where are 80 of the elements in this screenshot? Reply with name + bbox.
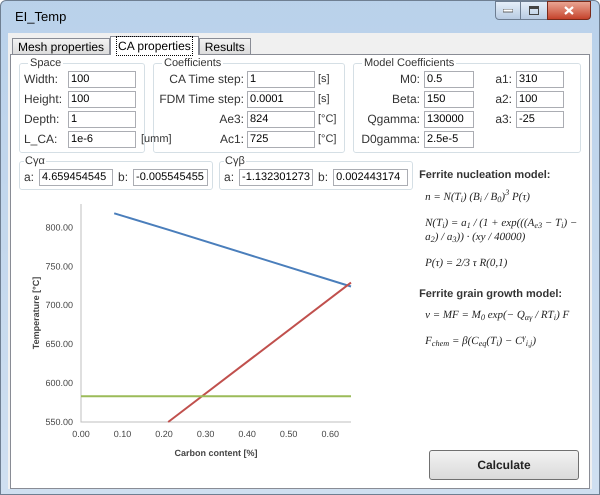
- y-tick-label: 650.00: [45, 339, 73, 350]
- input-field[interactable]: 100: [516, 90, 564, 108]
- formula: n = N(T$_{i}$) (B$_{i}$ / B$_{0}$)$^{3}$ P(τ): [424, 190, 531, 204]
- input-field[interactable]: -25: [516, 110, 564, 128]
- field-label: Qgamma:: [366, 111, 420, 128]
- input-field[interactable]: 150: [424, 90, 474, 108]
- input-field[interactable]: 0.002443174: [333, 168, 408, 186]
- x-tick-label: 0.40: [238, 429, 256, 439]
- group-title: Cγα: [24, 155, 46, 168]
- y-axis-title: Temperature [°C]: [31, 276, 41, 350]
- input-field[interactable]: 2.5e-5: [424, 130, 474, 148]
- y-tick-label: 750.00: [45, 261, 73, 272]
- field-label: a3:: [494, 111, 512, 128]
- unit-label: [°C]: [318, 132, 338, 147]
- x-tick-label: 0.30: [196, 429, 214, 439]
- input-field[interactable]: 824: [247, 110, 315, 128]
- field-label: b:: [318, 169, 328, 186]
- x-tick-label: 0.00: [72, 429, 90, 439]
- close-icon: [564, 6, 574, 15]
- formula: N(T$_{i}$) = a$_{1}$ / (1 + exp(((A$_{e3}$ − T$_{i}$) − a$_{2}$) / a$_{3}$)) · (xy / 40000): [424, 216, 578, 244]
- input-field[interactable]: 100: [68, 90, 136, 108]
- x-tick-label: 0.20: [155, 429, 173, 439]
- input-field[interactable]: 310: [516, 70, 564, 88]
- unit-label: [umm]: [141, 132, 172, 147]
- unit-label: [°C]: [318, 112, 338, 127]
- formula: v = MF = M$_{0}$ exp(− Q$_{αγ}$ / RT$_{i}$) F: [424, 308, 570, 322]
- input-field[interactable]: 1: [68, 110, 136, 128]
- input-field[interactable]: 100: [68, 70, 136, 88]
- section-heading: Ferrite grain growth model:: [419, 286, 564, 302]
- group-title: Coefficients: [163, 57, 222, 70]
- close-button[interactable]: [547, 1, 591, 20]
- input-field[interactable]: -1.132301273: [239, 168, 314, 186]
- formula: F$_{chem}$ = β(C$_{eq}$(T$_{i}$) − C$^{γ}$$_{i,j}$): [424, 334, 538, 348]
- y-tick-label: 800.00: [45, 222, 73, 232]
- section-heading: Ferrite nucleation model:: [419, 168, 552, 183]
- field-label: M0:: [398, 71, 420, 88]
- calculate-button[interactable]: Calculate: [429, 450, 579, 480]
- field-label: Beta:: [390, 91, 420, 108]
- window-title: EI_Temp: [15, 8, 66, 26]
- x-axis-title: Carbon content [%]: [174, 448, 258, 458]
- field-label: Height:: [24, 91, 64, 108]
- input-field[interactable]: -0.005545455: [133, 168, 208, 186]
- input-field[interactable]: 1: [247, 70, 315, 88]
- group-title: Model Coefficients: [363, 57, 456, 70]
- input-field[interactable]: 4.659454545: [39, 168, 114, 186]
- x-tick-label: 0.10: [114, 429, 132, 439]
- group-title: Cγβ: [224, 155, 246, 168]
- field-label: a1:: [494, 71, 512, 88]
- field-label: D0gamma:: [360, 131, 420, 148]
- unit-label: [s]: [318, 72, 331, 87]
- field-label: Width:: [24, 71, 60, 88]
- field-label: Depth:: [24, 111, 60, 128]
- field-label: a:: [24, 169, 34, 186]
- tab[interactable]: CA properties: [110, 36, 199, 55]
- formula: P(τ) = 2/3 τ R(0,1): [424, 256, 508, 270]
- tab[interactable]: Mesh properties: [12, 38, 110, 54]
- input-field[interactable]: 0.5: [424, 70, 474, 88]
- y-tick-label: 700.00: [45, 300, 73, 310]
- y-tick-label: 550.00: [45, 417, 73, 427]
- tab[interactable]: Results: [198, 38, 251, 54]
- field-label: L_CA:: [24, 131, 58, 148]
- unit-label: [s]: [318, 92, 331, 107]
- input-field[interactable]: 1e-6: [68, 130, 136, 148]
- x-tick-label: 0.50: [280, 429, 298, 439]
- field-label: FDM Time step:: [158, 91, 244, 108]
- field-label: a2:: [494, 91, 512, 108]
- field-label: a:: [224, 169, 234, 186]
- minimize-icon: [503, 8, 513, 12]
- input-field[interactable]: 0.0001: [247, 90, 315, 108]
- maximize-icon: [529, 6, 539, 15]
- x-tick-label: 0.60: [321, 429, 339, 439]
- group-title: Space: [29, 57, 62, 70]
- field-label: CA Time step:: [168, 71, 244, 88]
- field-label: Ae3:: [218, 111, 244, 128]
- input-field[interactable]: 725: [247, 130, 315, 148]
- minimize-button[interactable]: [495, 1, 521, 20]
- field-label: b:: [118, 169, 128, 186]
- input-field[interactable]: 130000: [424, 110, 474, 128]
- maximize-button[interactable]: [521, 1, 547, 20]
- y-tick-label: 600.00: [45, 378, 73, 388]
